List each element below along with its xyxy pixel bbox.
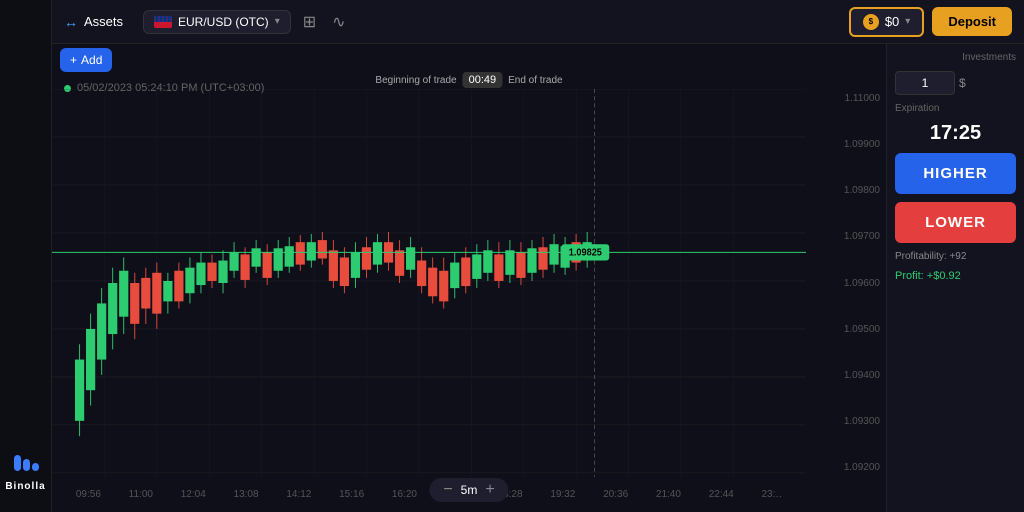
balance-chevron-icon: ▾ [905, 16, 910, 27]
expiration-label: Expiration [895, 103, 1016, 114]
zoom-out-button[interactable]: − [443, 482, 452, 498]
time-tick: 19:32 [550, 489, 575, 500]
candlestick-chart: 1.09825 [52, 89, 806, 477]
price-tick: 1.11000 [812, 93, 880, 104]
candlestick-chart-icon[interactable]: ⊞ [299, 8, 320, 36]
balance-button[interactable]: $ $0 ▾ [849, 7, 925, 37]
price-tick: 1.09500 [812, 324, 880, 335]
binolla-logo-icon [12, 449, 40, 477]
trade-panel: Investments $ Expiration 17:25 HIGHER LO… [886, 44, 1024, 512]
investment-input-row: $ [895, 71, 1016, 95]
assets-panel: ↔ Assets [64, 14, 123, 30]
price-tick: 1.09400 [812, 370, 880, 381]
topbar-right: $ $0 ▾ Deposit [849, 7, 1012, 37]
profitability-row: Profitability: +92 [895, 251, 1016, 262]
chart-and-panel: + Add 05/02/2023 05:24:10 PM (UTC+03:00)… [52, 44, 1024, 512]
coin-icon: $ [863, 14, 879, 30]
price-tick: 1.09900 [812, 139, 880, 150]
price-tick: 1.09300 [812, 416, 880, 427]
zoom-controls: − 5m + [429, 478, 508, 502]
currency-label: $ [959, 76, 966, 90]
time-tick: 15:16 [339, 489, 364, 500]
chevron-down-icon: ▾ [275, 16, 280, 27]
topbar: ↔ Assets EUR/USD (OTC) ▾ ⊞ ∿ $ $0 ▾ Depo… [52, 0, 1024, 44]
expiry-value: 17:25 [895, 122, 1016, 145]
add-asset-button[interactable]: + Add [60, 48, 112, 72]
sidebar: Binolla [0, 0, 52, 512]
price-tick: 1.09700 [812, 231, 880, 242]
time-tick: 23:‥ [762, 489, 783, 500]
time-tick: 12:04 [181, 489, 206, 500]
time-tick: 14:12 [286, 489, 311, 500]
asset-name: EUR/USD (OTC) [178, 15, 269, 29]
arrow-icon: ↔ [64, 14, 78, 30]
price-tick: 1.09200 [812, 462, 880, 473]
binolla-logo-text: Binolla [5, 481, 45, 492]
brand: Binolla [5, 449, 45, 492]
time-axis: 09:56 11:00 12:04 13:08 14:12 15:16 16:2… [52, 477, 806, 512]
time-tick: 11:00 [129, 489, 153, 500]
price-tick: 1.09600 [812, 278, 880, 289]
balance-amount: $0 [885, 14, 899, 29]
zoom-level: 5m [461, 483, 478, 497]
profit-label: Profit: +$0.92 [895, 270, 1016, 282]
deposit-button[interactable]: Deposit [932, 7, 1012, 36]
time-tick: 09:56 [76, 489, 101, 500]
eur-usd-flag [154, 16, 172, 28]
chart-area: + Add 05/02/2023 05:24:10 PM (UTC+03:00)… [52, 44, 886, 512]
investments-label: Investments [895, 52, 1016, 63]
chart-svg: 1.09825 [52, 89, 806, 477]
time-tick: 20:36 [603, 489, 628, 500]
indicator-icon[interactable]: ∿ [328, 8, 349, 36]
price-axis: 1.11000 1.09900 1.09800 1.09700 1.09600 … [806, 89, 886, 477]
chart-type-controls: ⊞ ∿ [299, 8, 350, 36]
assets-label: Assets [84, 14, 123, 29]
profitability-label: Profitability: +92 [895, 251, 966, 262]
price-tick: 1.09800 [812, 185, 880, 196]
add-label: Add [81, 53, 102, 67]
lower-button[interactable]: LOWER [895, 202, 1016, 243]
time-tick: 13:08 [234, 489, 259, 500]
investment-input[interactable] [895, 71, 955, 95]
app-container: Binolla ↔ Assets EUR/USD (OTC) ▾ ⊞ ∿ $ $ [0, 0, 1024, 512]
asset-selector[interactable]: EUR/USD (OTC) ▾ [143, 10, 291, 34]
higher-button[interactable]: HIGHER [895, 153, 1016, 194]
svg-text:1.09825: 1.09825 [569, 247, 603, 259]
time-tick: 21:40 [656, 489, 681, 500]
zoom-in-button[interactable]: + [485, 482, 494, 498]
time-tick: 22:44 [709, 489, 734, 500]
time-tick: 16:20 [392, 489, 417, 500]
main-area: ↔ Assets EUR/USD (OTC) ▾ ⊞ ∿ $ $0 ▾ Depo… [52, 0, 1024, 512]
plus-icon: + [70, 53, 77, 67]
